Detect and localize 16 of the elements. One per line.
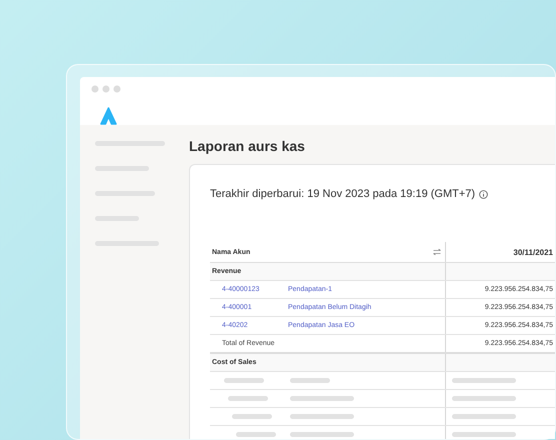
window-controls-icon <box>91 85 121 93</box>
placeholder-bar <box>228 396 268 401</box>
last-updated-text: Terakhir diperbarui: 19 Nov 2023 pada 19:19 (GMT+7) <box>210 188 476 200</box>
logo-icon <box>100 107 117 125</box>
info-icon <box>479 190 488 198</box>
placeholder-bar <box>290 378 330 383</box>
placeholder-bar <box>452 396 516 401</box>
column-header: 30/11/2021 <box>513 248 553 256</box>
page-title: Laporan aurs kas <box>189 138 306 156</box>
placeholder-bar <box>232 414 272 419</box>
placeholder-bar <box>290 396 354 401</box>
swap-icon[interactable] <box>433 249 441 255</box>
placeholder-bar <box>290 414 354 419</box>
placeholder-bar <box>224 378 264 383</box>
placeholder-bar <box>452 414 516 419</box>
placeholder-bar <box>452 378 516 383</box>
